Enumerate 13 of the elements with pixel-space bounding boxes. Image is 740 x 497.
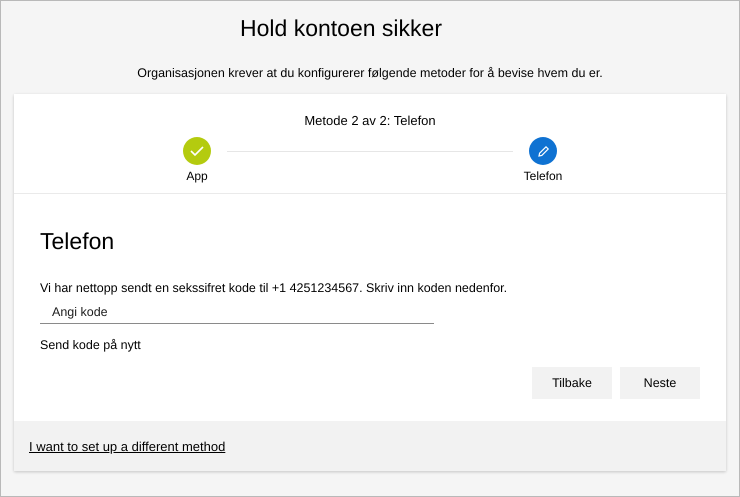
page-subtitle: Organisasjonen krever at du konfigurerer følgende metoder for å bevise hvem du er. [137,66,603,80]
back-button[interactable]: Tilbake [532,367,612,399]
pencil-icon [536,144,550,158]
step-label: Telefon [524,169,562,183]
section-title: Telefon [40,228,116,255]
step-heading: Metode 2 av 2: Telefon [304,113,436,128]
different-method-link[interactable]: I want to set up a different method [29,438,226,454]
instruction-text: Vi har nettopp sendt en sekssifret kode til +1 4251234567. Skriv inn koden nedenfor. [40,281,508,295]
page-title: Hold kontoen sikker [240,15,442,42]
resend-code-link[interactable]: Send kode på nytt [40,338,141,352]
next-button[interactable]: Neste [620,367,700,399]
check-icon [190,145,204,157]
step-label: App [186,169,208,183]
